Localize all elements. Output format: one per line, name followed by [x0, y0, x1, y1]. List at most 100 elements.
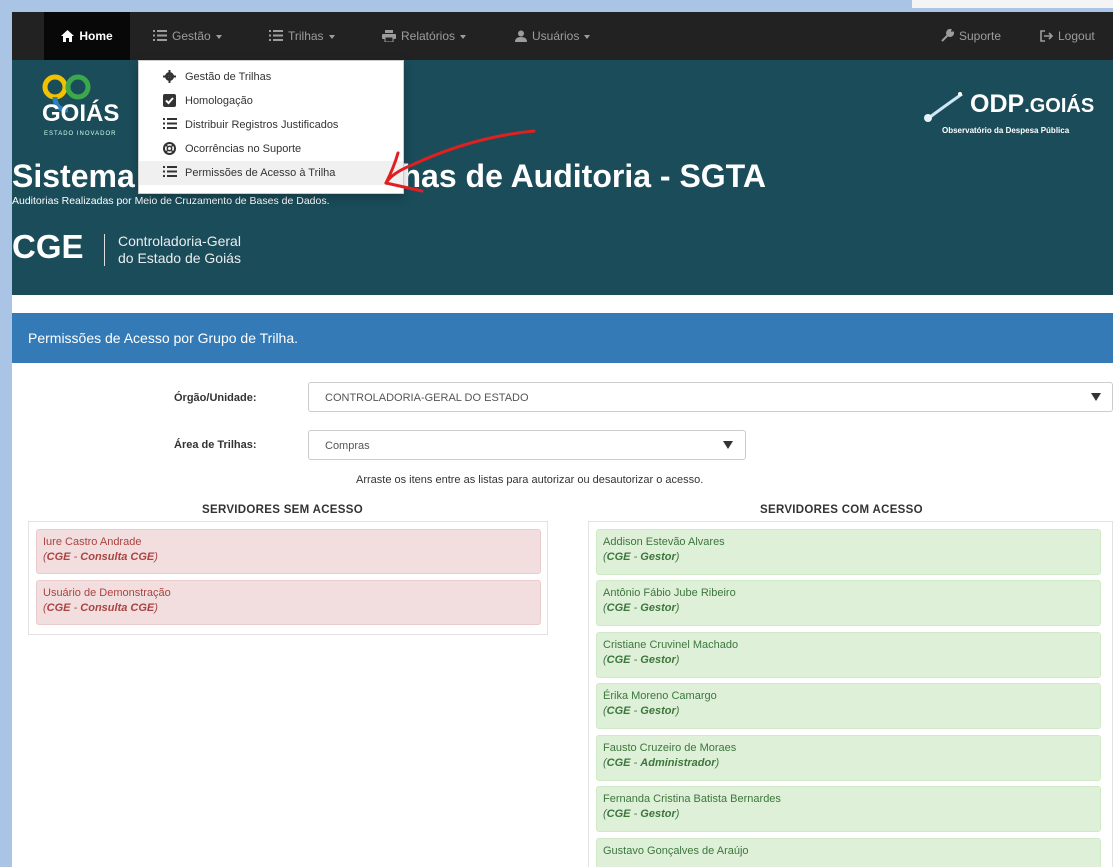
list-item[interactable]: Iure Castro Andrade (CGE - Consulta CGE) — [36, 529, 541, 574]
servidor-role: (CGE - Gestor) — [603, 808, 680, 820]
servidor-org: CGE — [606, 654, 631, 666]
user-icon — [515, 30, 527, 42]
servidor-name: Addison Estevão Alvares — [603, 536, 725, 548]
page-subtitle: Auditorias Realizadas por Meio de Cruzam… — [12, 195, 330, 207]
area-select[interactable]: Compras — [308, 430, 746, 460]
list-item[interactable]: Addison Estevão Alvares (CGE - Gestor) — [596, 529, 1101, 575]
servidor-role-name: Gestor — [640, 808, 676, 820]
orgao-select-value: CONTROLADORIA-GERAL DO ESTADO — [325, 392, 529, 404]
servidor-org: CGE — [606, 757, 631, 769]
menu-item-label: Gestão de Trilhas — [185, 71, 272, 83]
caret-down-icon — [460, 34, 467, 39]
servidor-org: CGE — [606, 705, 631, 717]
odp-title: ODP.GOIÁS — [970, 90, 1094, 119]
list-item[interactable]: Érika Moreno Camargo (CGE - Gestor) — [596, 683, 1101, 729]
servidor-role-name: Administrador — [640, 757, 716, 769]
menu-item-homologacao[interactable]: Homologação — [139, 89, 403, 113]
servidor-role: (CGE - Consulta CGE) — [43, 551, 158, 563]
nav-logout-label: Logout — [1058, 29, 1095, 43]
star-comet-icon — [924, 92, 963, 122]
drag-instructions: Arraste os itens entre as listas para au… — [356, 474, 704, 486]
servidor-org: CGE — [46, 551, 71, 563]
nav-gestao-label: Gestão — [172, 29, 211, 43]
goias-logo-text: GOIÁS — [42, 100, 120, 127]
odp-subtitle: Observatório da Despesa Pública — [942, 126, 1070, 135]
servidor-name: Érika Moreno Camargo — [603, 690, 717, 702]
browser-page: Home Gestão Trilhas Relatórios Usuários … — [12, 12, 1113, 867]
list-icon — [163, 166, 177, 177]
list-item[interactable]: Cristiane Cruvinel Machado (CGE - Gestor… — [596, 632, 1101, 678]
com-acesso-list[interactable]: Addison Estevão Alvares (CGE - Gestor) A… — [588, 521, 1113, 867]
panel-heading: Permissões de Acesso por Grupo de Trilha… — [12, 313, 1113, 363]
list-icon — [153, 30, 167, 42]
caret-down-icon — [215, 34, 222, 39]
list-icon — [163, 118, 177, 129]
servidor-role: (CGE - Gestor) — [603, 705, 680, 717]
menu-item-label: Ocorrências no Suporte — [185, 143, 302, 155]
nav-logout[interactable]: Logout — [1040, 12, 1095, 60]
servidor-org: CGE — [606, 602, 631, 614]
list-item[interactable]: Fausto Cruzeiro de Moraes (CGE - Adminis… — [596, 735, 1101, 781]
list-item[interactable]: Usuário de Demonstração (CGE - Consulta … — [36, 580, 541, 625]
servidor-role-name: Gestor — [640, 551, 676, 563]
list-item[interactable]: Fernanda Cristina Batista Bernardes (CGE… — [596, 786, 1101, 832]
background-strip — [912, 0, 1113, 8]
cge-name-line2: do Estado de Goiás — [118, 250, 241, 266]
servidor-role: (CGE - Gestor) — [603, 551, 680, 563]
servidor-role-name: Gestor — [640, 602, 676, 614]
list-icon — [269, 30, 283, 42]
nav-suporte-label: Suporte — [959, 29, 1002, 43]
servidor-org: CGE — [46, 602, 71, 614]
menu-item-label: Distribuir Registros Justificados — [185, 119, 339, 131]
servidor-role-name: Gestor — [640, 705, 676, 717]
nav-home-label: Home — [79, 29, 113, 43]
com-acesso-title: SERVIDORES COM ACESSO — [760, 504, 923, 516]
select-arrow-icon — [1091, 393, 1101, 401]
nav-usuarios[interactable]: Usuários — [515, 12, 591, 60]
servidor-name: Fernanda Cristina Batista Bernardes — [603, 793, 781, 805]
nav-suporte[interactable]: Suporte — [941, 12, 1001, 60]
servidor-role: (CGE - Consulta CGE) — [43, 602, 158, 614]
odp-title-suffix: .GOIÁS — [1024, 95, 1095, 117]
nav-relatorios[interactable]: Relatórios — [382, 12, 467, 60]
lifebuoy-icon — [163, 142, 176, 155]
menu-item-label: Permissões de Acesso à Trilha — [185, 167, 336, 179]
area-label: Área de Trilhas: — [174, 439, 257, 451]
goias-logo-tagline: ESTADO INOVADOR — [44, 131, 117, 137]
nav-trilhas[interactable]: Trilhas — [269, 12, 335, 60]
servidor-name: Gustavo Gonçalves de Araújo — [603, 845, 749, 857]
servidor-role-name: Consulta CGE — [80, 551, 155, 563]
servidor-role: (CGE - Gestor) — [603, 602, 680, 614]
sem-acesso-list[interactable]: Iure Castro Andrade (CGE - Consulta CGE)… — [28, 521, 548, 635]
cge-logo-text: CGE — [12, 228, 84, 265]
annotation-arrow-icon — [384, 129, 536, 193]
orgao-select[interactable]: CONTROLADORIA-GERAL DO ESTADO — [308, 382, 1113, 412]
caret-down-icon — [328, 34, 335, 39]
list-item[interactable]: Antônio Fábio Jube Ribeiro (CGE - Gestor… — [596, 580, 1101, 626]
servidor-role-name: Gestor — [640, 654, 676, 666]
home-icon — [61, 29, 75, 42]
caret-down-icon — [584, 34, 591, 39]
panel-heading-text: Permissões de Acesso por Grupo de Trilha… — [28, 330, 299, 346]
gear-icon — [163, 70, 176, 83]
cge-name-line1: Controladoria-Geral — [118, 233, 241, 249]
servidor-name: Cristiane Cruvinel Machado — [603, 639, 739, 651]
print-icon — [382, 29, 396, 43]
nav-home[interactable]: Home — [44, 12, 130, 60]
select-arrow-icon — [723, 441, 733, 449]
list-item[interactable]: Gustavo Gonçalves de Araújo — [596, 838, 1101, 867]
odp-title-main: ODP — [970, 90, 1025, 118]
wrench-icon — [941, 29, 954, 43]
checkbox-icon — [163, 94, 176, 107]
cge-fullname: Controladoria-Geral do Estado de Goiás — [118, 233, 241, 267]
nav-trilhas-label: Trilhas — [288, 29, 324, 43]
nav-relatorios-label: Relatórios — [401, 29, 456, 43]
orgao-label: Órgão/Unidade: — [174, 392, 257, 404]
servidor-name: Antônio Fábio Jube Ribeiro — [603, 587, 736, 599]
nav-gestao[interactable]: Gestão — [153, 12, 222, 60]
sem-acesso-title: SERVIDORES SEM ACESSO — [202, 504, 363, 516]
menu-item-label: Homologação — [185, 95, 253, 107]
servidor-org: CGE — [606, 808, 631, 820]
servidor-name: Iure Castro Andrade — [43, 536, 142, 548]
menu-item-gestao-trilhas[interactable]: Gestão de Trilhas — [139, 65, 403, 89]
